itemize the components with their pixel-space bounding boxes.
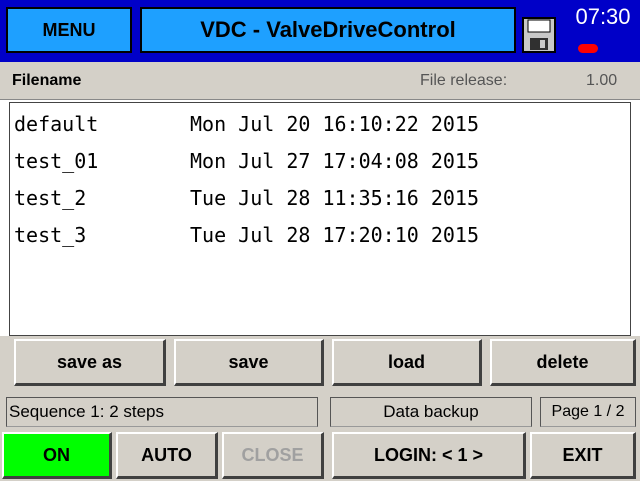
login-button[interactable]: LOGIN: < 1 >: [332, 432, 526, 479]
exit-button[interactable]: EXIT: [530, 432, 636, 479]
auto-button[interactable]: AUTO: [116, 432, 218, 479]
list-item[interactable]: test_2 Tue Jul 28 11:35:16 2015: [14, 181, 479, 215]
file-date: Tue Jul 28 11:35:16 2015: [190, 186, 479, 210]
file-release-value: 1.00: [586, 72, 618, 89]
save-button[interactable]: save: [174, 339, 324, 386]
save-as-button[interactable]: save as: [14, 339, 166, 386]
file-name: test_2: [14, 186, 87, 210]
file-header-row: [0, 62, 640, 100]
page-indicator: Page 1 / 2: [540, 397, 636, 427]
filename-column-label: Filename: [12, 72, 82, 89]
list-item[interactable]: test_3 Tue Jul 28 17:20:10 2015: [14, 218, 479, 252]
file-name: default: [14, 112, 99, 136]
clock-time: 07:30: [575, 4, 631, 29]
status-led: [578, 44, 598, 53]
app-title: VDC - ValveDriveControl: [140, 7, 516, 53]
delete-button[interactable]: delete: [490, 339, 636, 386]
file-list[interactable]: default Mon Jul 20 16:10:22 2015 test_01 M…: [9, 102, 631, 336]
list-item[interactable]: default Mon Jul 20 16:10:22 2015: [14, 107, 479, 141]
file-date: Mon Jul 20 16:10:22 2015: [190, 112, 479, 136]
file-date: Mon Jul 27 17:04:08 2015: [190, 149, 479, 173]
list-item[interactable]: test_01 Mon Jul 27 17:04:08 2015: [14, 144, 479, 178]
file-date: Tue Jul 28 17:20:10 2015: [190, 223, 479, 247]
load-button[interactable]: load: [332, 339, 482, 386]
menu-button[interactable]: MENU: [6, 7, 132, 53]
file-release-label: File release:: [420, 72, 508, 89]
on-button[interactable]: ON: [2, 432, 112, 479]
sequence-status: Sequence 1: 2 steps: [6, 397, 318, 427]
close-button: CLOSE: [222, 432, 324, 479]
data-backup-status: Data backup: [330, 397, 532, 427]
file-name: test_3: [14, 223, 87, 247]
file-name: test_01: [14, 149, 99, 173]
floppy-disk-icon[interactable]: [522, 17, 556, 53]
